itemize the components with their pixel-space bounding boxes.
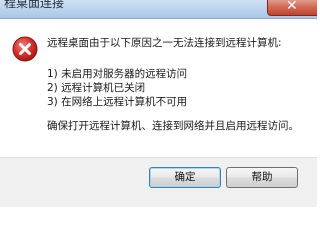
- error-headline: 远程桌面由于以下原因之一无法连接到远程计算机:: [47, 37, 282, 49]
- button-bar: 确定 帮助: [0, 157, 317, 207]
- title-bar[interactable]: 程桌面连接 ✕: [0, 0, 317, 19]
- window-title: 程桌面连接: [4, 0, 65, 10]
- close-icon: ✕: [286, 0, 298, 14]
- error-icon: [12, 36, 38, 62]
- error-dialog: 程桌面连接 ✕ 远程桌面由于以下原因之一无法连接到远程计算机: 1) 未启用对服…: [0, 0, 317, 207]
- reason-item: 1) 未启用对服务器的远程访问: [47, 68, 188, 80]
- advice-text: 确保打开远程计算机、连接到网络并且启用远程访问。: [47, 120, 299, 132]
- ok-button[interactable]: 确定: [149, 167, 221, 188]
- close-button[interactable]: ✕: [267, 0, 317, 16]
- reason-item: 3) 在网络上远程计算机不可用: [47, 96, 188, 108]
- message-area: 远程桌面由于以下原因之一无法连接到远程计算机: 1) 未启用对服务器的远程访问 …: [0, 19, 317, 157]
- help-button[interactable]: 帮助: [226, 167, 298, 188]
- reason-item: 2) 远程计算机已关闭: [47, 82, 146, 94]
